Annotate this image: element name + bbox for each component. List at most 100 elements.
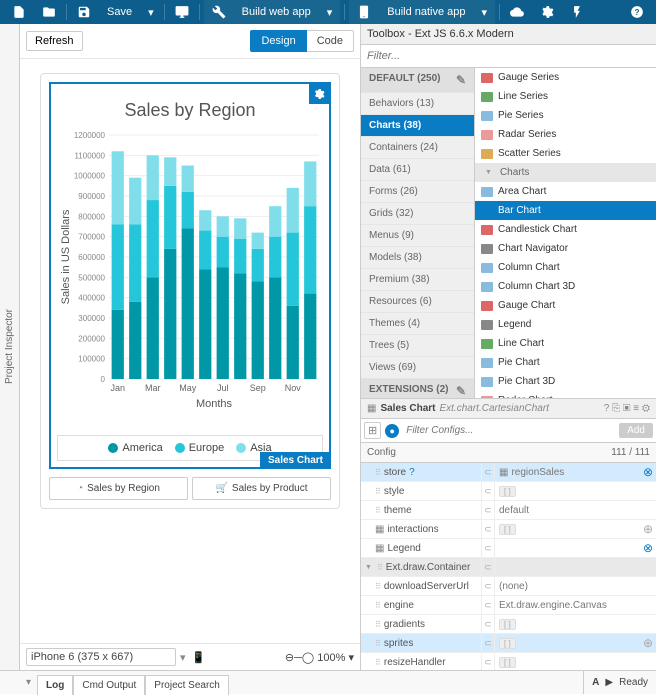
sales-by-product-button[interactable]: 🛒Sales by Product <box>192 477 331 500</box>
device-dropdown-icon[interactable]: ▾ <box>180 651 186 664</box>
rotate-icon[interactable]: 📱 <box>192 651 206 664</box>
save-dropdown[interactable]: ▾ <box>140 0 162 24</box>
code-tab[interactable]: Code <box>307 30 354 52</box>
component-item[interactable]: Bar Chart <box>475 201 656 220</box>
component-item[interactable]: Gauge Series <box>475 68 656 87</box>
open-button[interactable] <box>34 0 64 24</box>
config-row[interactable]: ▦ interactions⊂[ ]⊕ <box>361 520 656 539</box>
bottom-collapse-icon[interactable]: ▾ <box>20 677 37 688</box>
component-item[interactable]: Line Chart <box>475 334 656 353</box>
component-item[interactable]: Pie Chart 3D <box>475 372 656 391</box>
project-search-tab[interactable]: Project Search <box>145 675 229 695</box>
category-item[interactable]: Data (61) <box>361 159 474 181</box>
config-row[interactable]: ⠿ Ext.draw.Container⊂ <box>361 558 656 577</box>
category-item[interactable]: Views (69) <box>361 357 474 379</box>
category-item[interactable]: Premium (38) <box>361 269 474 291</box>
device-frame: Sales by Region 120000011000001000000900… <box>40 73 340 509</box>
flash-button[interactable] <box>562 0 592 24</box>
component-item[interactable]: Candlestick Chart <box>475 220 656 239</box>
component-item[interactable]: Line Series <box>475 87 656 106</box>
component-item[interactable]: Gauge Chart <box>475 296 656 315</box>
category-item[interactable]: Trees (5) <box>361 335 474 357</box>
component-item[interactable]: Legend <box>475 315 656 334</box>
component-item[interactable]: Chart Navigator <box>475 239 656 258</box>
build-native-button[interactable]: Build native app <box>379 0 473 24</box>
legend-item[interactable]: America <box>108 442 162 454</box>
category-item[interactable]: Grids (32) <box>361 203 474 225</box>
category-item[interactable]: DEFAULT (250)✎ <box>361 68 474 93</box>
component-gear-button[interactable] <box>309 84 329 104</box>
build-native-dropdown[interactable]: ▾ <box>474 0 496 24</box>
sales-chart-component[interactable]: Sales by Region 120000011000001000000900… <box>49 82 331 469</box>
svg-text:100000: 100000 <box>78 355 105 364</box>
category-item[interactable]: Forms (26) <box>361 181 474 203</box>
component-item[interactable]: Pie Chart <box>475 353 656 372</box>
canvas-area: Refresh Design Code Sales by Region 1200… <box>20 24 360 670</box>
build-web-dropdown[interactable]: ▾ <box>319 0 341 24</box>
config-row[interactable]: ⠿ style⊂[ ] <box>361 482 656 501</box>
svg-text:Sep: Sep <box>250 383 266 393</box>
cloud-button[interactable] <box>502 0 532 24</box>
category-item[interactable]: Menus (9) <box>361 225 474 247</box>
toolbox-header: Toolbox - Ext JS 6.6.x Modern <box>361 24 656 45</box>
design-tab[interactable]: Design <box>250 30 306 52</box>
config-sub-label: Config <box>367 447 396 458</box>
component-group[interactable]: Charts <box>475 163 656 182</box>
legend-item[interactable]: Europe <box>175 442 224 454</box>
config-row[interactable]: ⠿ theme⊂default <box>361 501 656 520</box>
category-item[interactable]: Themes (4) <box>361 313 474 335</box>
log-tab[interactable]: Log <box>37 675 73 695</box>
build-web-icon[interactable] <box>204 0 234 24</box>
category-item[interactable]: Resources (6) <box>361 291 474 313</box>
category-item[interactable]: Behaviors (13) <box>361 93 474 115</box>
component-item[interactable]: Radar Series <box>475 125 656 144</box>
svg-text:Sales in US Dollars: Sales in US Dollars <box>60 209 72 304</box>
zoom-control[interactable]: ⊖─◯ 100% ▾ <box>285 651 354 664</box>
svg-text:1000000: 1000000 <box>74 172 106 181</box>
build-web-button[interactable]: Build web app <box>234 0 319 24</box>
project-inspector-tab[interactable]: Project Inspector <box>0 24 20 670</box>
build-native-icon[interactable] <box>349 0 379 24</box>
svg-text:300000: 300000 <box>78 314 105 323</box>
settings-button[interactable] <box>532 0 562 24</box>
category-item[interactable]: Charts (38) <box>361 115 474 137</box>
component-item[interactable]: Column Chart 3D <box>475 277 656 296</box>
config-row[interactable]: ⠿ sprites⊂[ ]⊕ <box>361 634 656 653</box>
component-item[interactable]: Radar Chart <box>475 391 656 398</box>
sales-by-region-button[interactable]: ◔Sales by Region <box>49 477 188 500</box>
save-icon-button[interactable] <box>69 0 99 24</box>
save-label: Save <box>107 6 132 18</box>
status-text: Ready <box>619 677 648 688</box>
help-button[interactable]: ? <box>622 0 652 24</box>
refresh-button[interactable]: Refresh <box>26 31 83 51</box>
inspector-label: Project Inspector <box>4 309 15 384</box>
preview-web-icon[interactable] <box>167 0 197 24</box>
component-item[interactable]: Scatter Series <box>475 144 656 163</box>
config-title: Sales Chart <box>380 403 435 414</box>
config-expand-icon[interactable]: ⊞ <box>364 422 381 439</box>
category-item[interactable]: Models (38) <box>361 247 474 269</box>
svg-text:0: 0 <box>101 375 106 384</box>
config-row[interactable]: ⠿ engine⊂Ext.draw.engine.Canvas <box>361 596 656 615</box>
config-row[interactable]: ⠿ downloadServerUrl⊂(none) <box>361 577 656 596</box>
bottom-bar: ▾ Log Cmd Output Project Search A▶ Ready <box>0 670 656 694</box>
save-button[interactable]: Save <box>99 0 140 24</box>
device-selector[interactable]: iPhone 6 (375 x 667) <box>26 648 176 666</box>
component-item[interactable]: Area Chart <box>475 182 656 201</box>
config-row[interactable]: ⠿ store ?⊂▦ regionSales⊗ <box>361 463 656 482</box>
chart-plot: 1200000110000010000009000008000007000006… <box>57 131 325 421</box>
component-item[interactable]: Pie Series <box>475 106 656 125</box>
component-item[interactable]: Column Chart <box>475 258 656 277</box>
new-file-button[interactable] <box>4 0 34 24</box>
category-item[interactable]: Containers (24) <box>361 137 474 159</box>
cmd-output-tab[interactable]: Cmd Output <box>73 675 145 695</box>
category-item[interactable]: EXTENSIONS (2)✎ <box>361 379 474 398</box>
config-row[interactable]: ⠿ gradients⊂[ ] <box>361 615 656 634</box>
config-row[interactable]: ▦ Legend⊂⊗ <box>361 539 656 558</box>
config-add-button[interactable]: Add <box>619 423 653 438</box>
svg-text:1200000: 1200000 <box>74 131 106 140</box>
config-row[interactable]: ⠿ resizeHandler⊂[ ] <box>361 653 656 670</box>
config-indicator-icon[interactable]: ● <box>385 424 399 438</box>
toolbox-filter-input[interactable] <box>361 45 656 67</box>
config-filter-input[interactable] <box>403 422 615 439</box>
